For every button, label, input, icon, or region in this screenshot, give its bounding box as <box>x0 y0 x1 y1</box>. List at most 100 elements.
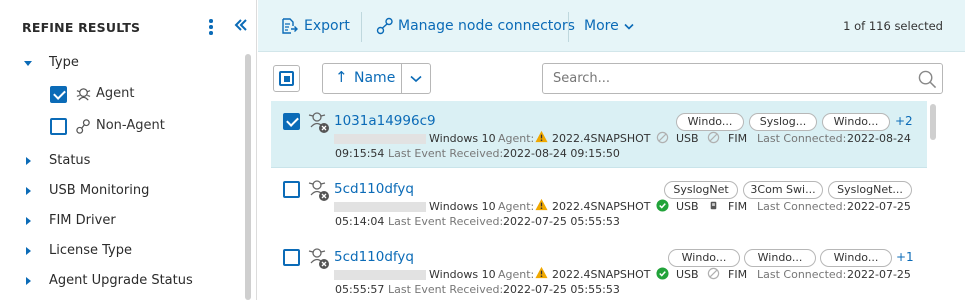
filter-scrollbar[interactable] <box>245 54 251 300</box>
filter-option-agent[interactable]: Agent <box>50 84 240 106</box>
os-label: Windows 10 <box>429 200 496 213</box>
redacted-field <box>334 270 426 280</box>
row-checkbox[interactable] <box>283 181 300 198</box>
last-connected-label: Last Connected: <box>757 132 847 145</box>
expand-right-icon <box>26 187 31 195</box>
table-row[interactable]: 5cd110dfyq Windows 10 Agent: 2022.4SNAPS… <box>271 237 927 300</box>
search-icon[interactable] <box>918 70 937 89</box>
filter-group-usb-monitoring[interactable]: USB Monitoring <box>0 182 244 204</box>
warning-icon <box>535 266 548 279</box>
tag-chip[interactable]: Windo... <box>822 113 890 131</box>
agent-label: Agent: <box>498 268 535 281</box>
row-checkbox[interactable] <box>283 249 300 266</box>
filter-group-fim-driver[interactable]: FIM Driver <box>0 212 244 234</box>
last-connected-value: 2022-07-25 <box>847 268 911 281</box>
node-name-link[interactable]: 1031a14996c9 <box>334 113 436 129</box>
last-connected-label: Last Connected: <box>757 268 847 281</box>
filter-group-status[interactable]: Status <box>0 152 244 174</box>
filter-group-agent-upgrade-status[interactable]: Agent Upgrade Status <box>0 272 244 294</box>
more-label: More <box>584 18 619 34</box>
disabled-icon <box>707 267 720 280</box>
row-checkbox[interactable] <box>283 113 300 130</box>
disabled-icon <box>707 131 720 144</box>
sort-name-button[interactable]: ↑ Name <box>322 63 402 94</box>
list-header: ↑ Name <box>258 53 965 101</box>
expand-right-icon <box>26 217 31 225</box>
check-ok-icon <box>656 199 669 212</box>
manage-node-connectors-label: Manage node connectors <box>398 18 575 34</box>
collapse-panel-icon[interactable] <box>231 14 251 36</box>
tag-chip[interactable]: 3Com Swi... <box>743 181 823 199</box>
node-list: 1031a14996c9 Windows 10 Agent: 2022.4SNA… <box>258 101 927 300</box>
fim-label: FIM <box>728 200 748 213</box>
tag-chip[interactable]: Windo... <box>668 249 740 267</box>
fim-label: FIM <box>728 268 748 281</box>
fim-driver-icon <box>710 201 717 210</box>
usb-label: USB <box>676 268 699 281</box>
more-tags-link[interactable]: +1 <box>896 250 914 264</box>
partial-select-icon <box>279 71 294 86</box>
expand-right-icon <box>26 247 31 255</box>
time-value: 09:15:54 <box>335 147 385 160</box>
manage-node-connectors-button[interactable]: Manage node connectors <box>376 0 575 52</box>
last-event-value: 2022-07-25 05:55:53 <box>503 215 620 228</box>
agent-version: 2022.4SNAPSHOT <box>552 132 651 145</box>
last-event-label: Last Event Received: <box>388 147 504 160</box>
list-scrollbar[interactable] <box>930 104 936 140</box>
filter-option-label: Non-Agent <box>96 118 165 133</box>
toolbar-divider <box>361 12 362 42</box>
toolbar: Export Manage node connectors More 1 of … <box>258 0 965 52</box>
usb-label: USB <box>676 200 699 213</box>
sort-dropdown-button[interactable] <box>401 63 431 94</box>
table-row[interactable]: 1031a14996c9 Windows 10 Agent: 2022.4SNA… <box>271 101 927 168</box>
redacted-field <box>334 202 426 212</box>
non-agent-checkbox[interactable] <box>50 118 67 135</box>
agent-disconnected-icon <box>308 180 329 201</box>
filter-group-type[interactable]: Type <box>0 54 244 76</box>
toolbar-divider <box>568 12 569 42</box>
tag-chip[interactable]: Windo... <box>676 113 744 131</box>
node-name-link[interactable]: 5cd110dfyq <box>334 181 414 197</box>
filter-group-label: FIM Driver <box>49 213 116 228</box>
non-agent-icon <box>76 119 90 134</box>
last-event-label: Last Event Received: <box>388 283 504 296</box>
last-event-label: Last Event Received: <box>388 215 504 228</box>
disabled-icon <box>656 131 669 144</box>
tag-chip[interactable]: Windo... <box>820 249 892 267</box>
filter-option-label: Agent <box>96 86 135 101</box>
filter-group-label: License Type <box>49 243 133 258</box>
os-label: Windows 10 <box>429 132 496 145</box>
usb-label: USB <box>676 132 699 145</box>
table-row[interactable]: 5cd110dfyq Windows 10 Agent: 2022.4SNAPS… <box>271 169 927 236</box>
node-name-link[interactable]: 5cd110dfyq <box>334 249 414 265</box>
expand-down-icon <box>24 61 32 66</box>
agent-icon <box>76 88 91 101</box>
filter-group-license-type[interactable]: License Type <box>0 242 244 264</box>
more-tags-link[interactable]: +2 <box>895 114 913 128</box>
warning-icon <box>535 130 548 143</box>
time-value: 05:14:04 <box>335 215 385 228</box>
last-event-value: 2022-08-24 09:15:50 <box>503 147 620 160</box>
last-event-value: 2022-07-25 05:55:53 <box>503 283 620 296</box>
refine-header: REFINE RESULTS <box>0 0 257 54</box>
agent-label: Agent: <box>498 132 535 145</box>
kebab-menu-icon[interactable] <box>203 18 219 36</box>
agent-version: 2022.4SNAPSHOT <box>552 268 651 281</box>
export-icon <box>282 18 298 34</box>
export-button[interactable]: Export <box>280 0 370 52</box>
redacted-field <box>334 134 426 144</box>
last-connected-label: Last Connected: <box>757 200 847 213</box>
select-all-checkbox[interactable] <box>273 65 300 92</box>
agent-checkbox[interactable] <box>50 86 67 103</box>
filter-group-label: Type <box>49 55 79 70</box>
more-menu-button[interactable]: More <box>584 0 644 52</box>
selection-count: 1 of 116 selected <box>843 19 943 33</box>
tag-chip[interactable]: SyslogNet <box>664 181 738 199</box>
sort-label: Name <box>354 70 396 86</box>
tag-chip[interactable]: Windo... <box>744 249 816 267</box>
search-input[interactable] <box>542 63 943 94</box>
tag-chip[interactable]: SyslogNet... <box>828 181 912 199</box>
filter-option-non-agent[interactable]: Non-Agent <box>50 116 240 138</box>
expand-right-icon <box>26 277 31 285</box>
tag-chip[interactable]: Syslog... <box>749 113 817 131</box>
